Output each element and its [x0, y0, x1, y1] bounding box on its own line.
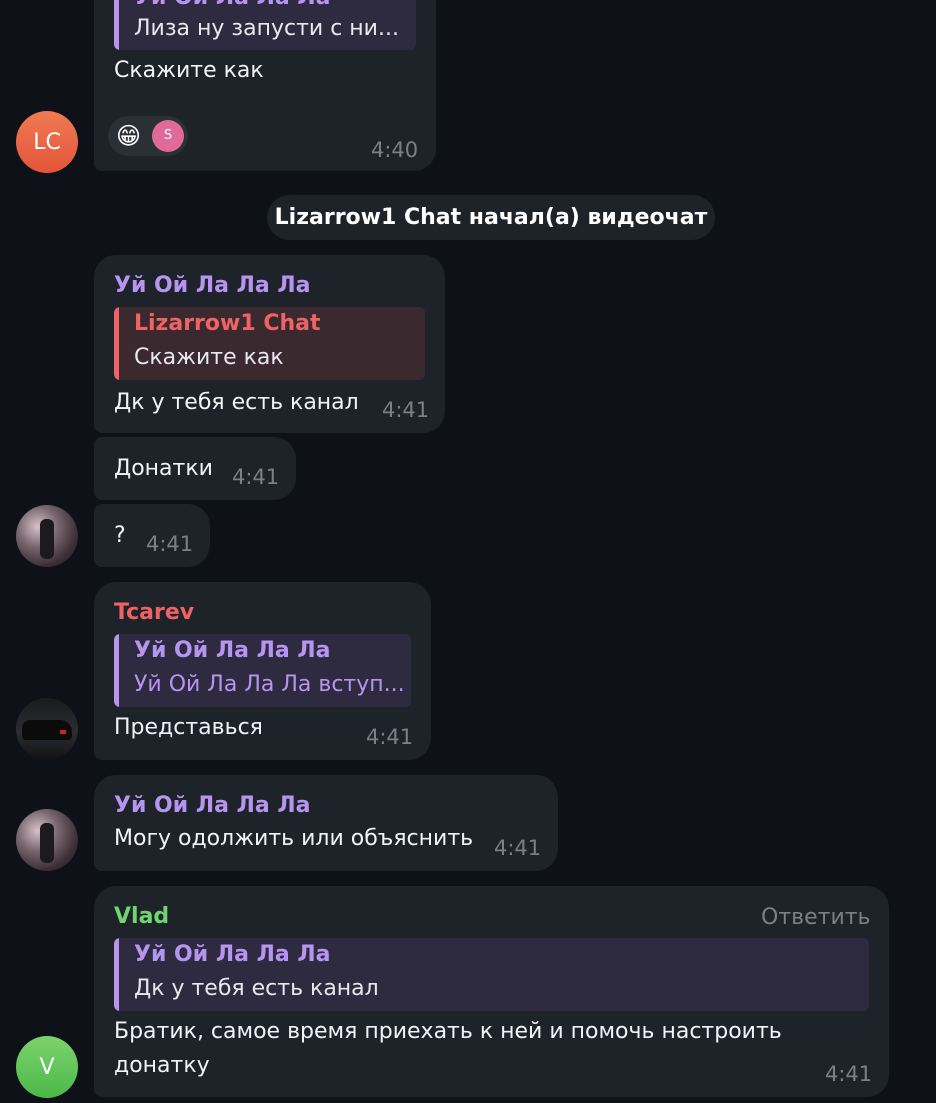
message-time: 4:41: [825, 1062, 873, 1086]
message-bubble-lc[interactable]: Уй Ой Ла Ла Ла Лиза ну запусти с ни... С…: [94, 0, 436, 171]
avatar-figure: [40, 823, 54, 863]
reply-quote[interactable]: Уй Ой Ла Ла Ла Лиза ну запусти с ни...: [114, 0, 416, 50]
reply-quote[interactable]: Уй Ой Ла Ла Ла Уй Ой Ла Ла Ла вступ...: [114, 634, 411, 707]
message-time: 4:40: [371, 138, 419, 162]
message-text: Скажите как: [114, 58, 264, 83]
message-bubble[interactable]: Донатки 4:41: [94, 437, 296, 500]
reply-author: Lizarrow1 Chat: [134, 311, 321, 336]
avatar-v[interactable]: V: [16, 1036, 78, 1098]
message-text: Дк у тебя есть канал: [114, 390, 359, 415]
reply-text: Дк у тебя есть канал: [134, 976, 379, 1001]
avatar-lc[interactable]: LC: [16, 111, 78, 173]
reaction-chip[interactable]: 😁 S: [108, 116, 188, 156]
reply-button[interactable]: Ответить: [761, 905, 871, 930]
message-time: 4:41: [232, 465, 280, 489]
avatar-user-photo[interactable]: [16, 809, 78, 871]
message-bubble[interactable]: ? 4:41: [94, 504, 210, 567]
message-author[interactable]: Уй Ой Ла Ла Ла: [114, 793, 311, 818]
reactor-avatar: S: [152, 120, 184, 152]
message-bubble[interactable]: Уй Ой Ла Ла Ла Могу одолжить или объясни…: [94, 775, 558, 871]
avatar-user-photo[interactable]: [16, 505, 78, 567]
message-author[interactable]: Vlad: [114, 904, 169, 929]
reply-quote[interactable]: Уй Ой Ла Ла Ла Дк у тебя есть канал: [114, 938, 869, 1011]
message-time: 4:41: [146, 532, 194, 556]
reply-author: Уй Ой Ла Ла Ла: [134, 638, 331, 663]
reply-text: Скажите как: [134, 345, 284, 370]
grinning-face-icon: 😁: [116, 122, 142, 150]
message-time: 4:41: [382, 398, 430, 422]
reply-bar: [114, 634, 119, 707]
message-bubble[interactable]: Tcarev Уй Ой Ла Ла Ла Уй Ой Ла Ла Ла вст…: [94, 582, 431, 760]
message-bubble[interactable]: Vlad Ответить Уй Ой Ла Ла Ла Дк у тебя е…: [94, 886, 889, 1097]
message-text-line2: донатку: [114, 1053, 210, 1078]
reply-bar: [114, 307, 119, 380]
message-text: Представься: [114, 715, 263, 740]
message-text: Донатки: [114, 456, 213, 481]
reply-author: Уй Ой Ла Ла Ла: [134, 942, 331, 967]
avatar-figure: [40, 519, 54, 559]
message-text-line1: Братик, самое время приехать к ней и пом…: [114, 1019, 782, 1044]
reply-author: Уй Ой Ла Ла Ла: [134, 0, 331, 10]
reply-text: Уй Ой Ла Ла Ла вступ...: [134, 672, 405, 697]
avatar-taillight: [60, 730, 66, 734]
reply-bar: [114, 0, 119, 50]
message-author[interactable]: Уй Ой Ла Ла Ла: [114, 273, 311, 298]
message-time: 4:41: [366, 725, 414, 749]
reply-text: Лиза ну запусти с ни...: [134, 16, 399, 41]
reply-quote[interactable]: Lizarrow1 Chat Скажите как: [114, 307, 425, 380]
message-text: Могу одолжить или объяснить: [114, 826, 474, 851]
reply-bar: [114, 938, 119, 1011]
message-author[interactable]: Tcarev: [114, 600, 194, 625]
message-bubble[interactable]: Уй Ой Ла Ла Ла Lizarrow1 Chat Скажите ка…: [94, 255, 445, 433]
message-text: ?: [114, 523, 126, 548]
avatar-car-photo[interactable]: [16, 698, 78, 760]
service-message-videochat: Lizarrow1 Chat начал(а) видеочат: [267, 195, 715, 240]
message-time: 4:41: [494, 836, 542, 860]
